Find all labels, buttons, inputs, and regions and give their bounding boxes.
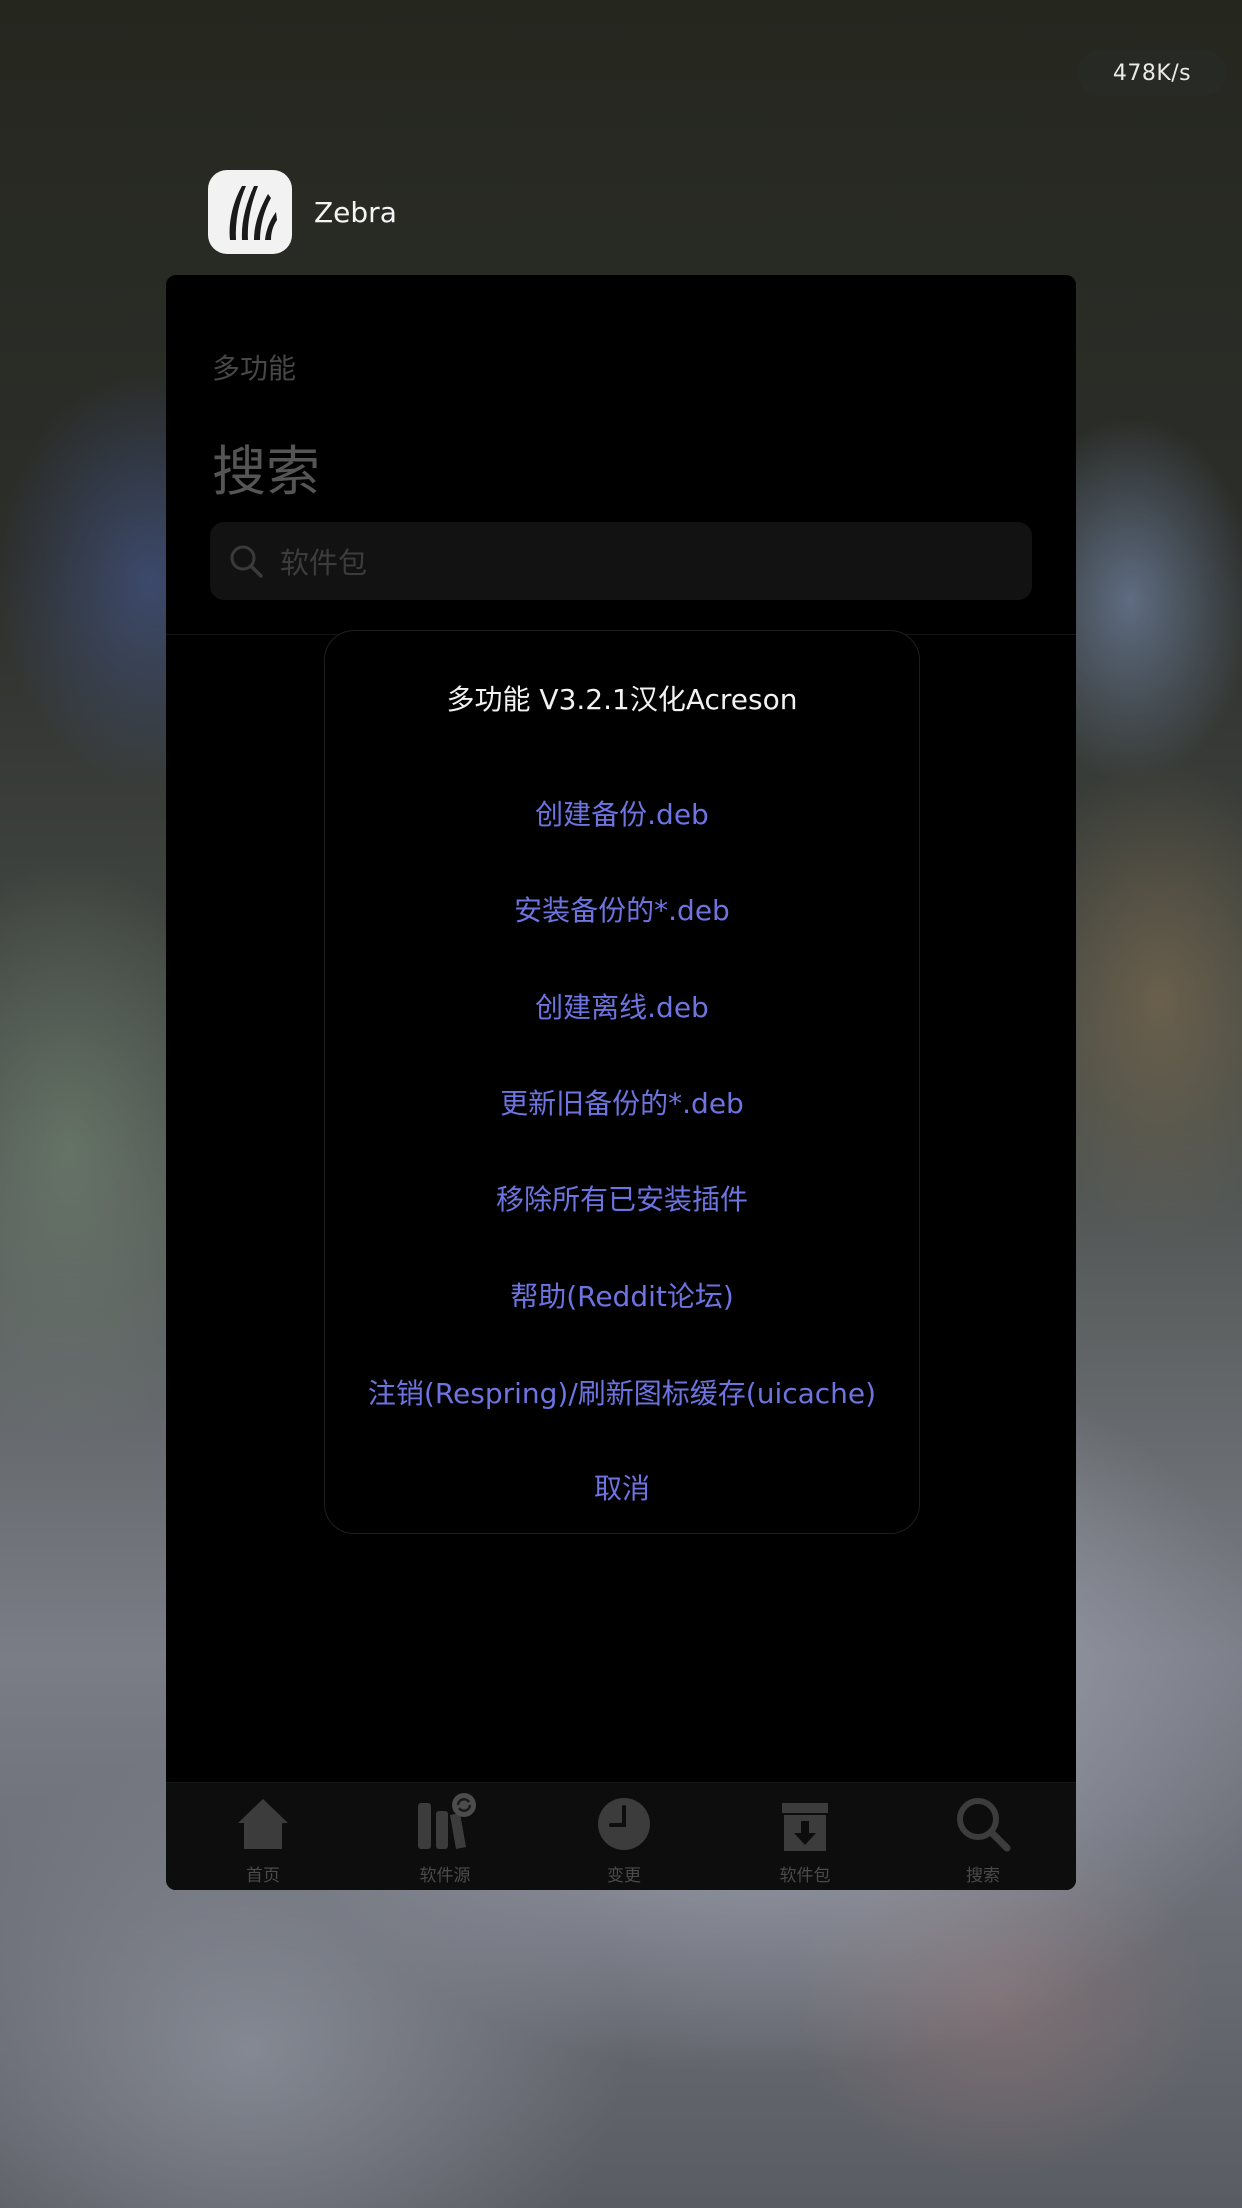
update-old-backup-button[interactable]: 更新旧备份的*.deb (325, 1082, 919, 1122)
sources-refresh-icon (418, 1793, 476, 1849)
action-sheet-title: 多功能 V3.2.1汉化Acreson (446, 683, 798, 716)
create-backup-button[interactable]: 创建备份.deb (325, 793, 919, 833)
cancel-button[interactable]: 取消 (325, 1467, 919, 1507)
search-icon (230, 545, 263, 578)
tab-changes[interactable]: 变更 (559, 1793, 689, 1886)
package-download-icon (782, 1796, 828, 1851)
tab-changes-label: 变更 (607, 1866, 641, 1886)
app-name: Zebra (314, 195, 397, 229)
zebra-stripes-icon[interactable] (208, 170, 292, 254)
respring-uicache-button[interactable]: 注销(Respring)/刷新图标缓存(uicache) (325, 1372, 919, 1412)
home-icon (238, 1799, 288, 1849)
action-sheet: 多功能 V3.2.1汉化Acreson 创建备份.deb 安装备份的*.deb … (324, 630, 920, 1534)
tab-sources-label: 软件源 (419, 1866, 471, 1886)
tab-bar: 首页 软件源 变更 软件包 搜索 (166, 1782, 1076, 1890)
clock-icon (598, 1798, 650, 1850)
remove-all-tweaks-button[interactable]: 移除所有已安装插件 (325, 1178, 919, 1218)
search-icon (957, 1798, 1011, 1852)
tab-search-label: 搜索 (966, 1866, 1000, 1886)
create-offline-button[interactable]: 创建离线.deb (325, 986, 919, 1026)
install-backup-button[interactable]: 安装备份的*.deb (325, 889, 919, 929)
tab-sources[interactable]: 软件源 (380, 1793, 510, 1886)
tab-search[interactable]: 搜索 (918, 1793, 1048, 1886)
tab-packages-label: 软件包 (779, 1866, 831, 1886)
search-placeholder: 软件包 (280, 546, 368, 580)
app-switcher-header[interactable]: Zebra (208, 170, 397, 254)
search-input[interactable]: 软件包 (210, 522, 1032, 600)
tab-home-label: 首页 (246, 1866, 280, 1886)
tab-home[interactable]: 首页 (198, 1793, 328, 1886)
page-title: 搜索 (212, 440, 320, 503)
tab-packages[interactable]: 软件包 (740, 1793, 870, 1886)
nav-back-title[interactable]: 多功能 (212, 347, 296, 387)
network-speed-badge: 478K/s (1078, 50, 1226, 96)
help-reddit-button[interactable]: 帮助(Reddit论坛) (325, 1275, 919, 1315)
network-speed-text: 478K/s (1112, 60, 1192, 86)
